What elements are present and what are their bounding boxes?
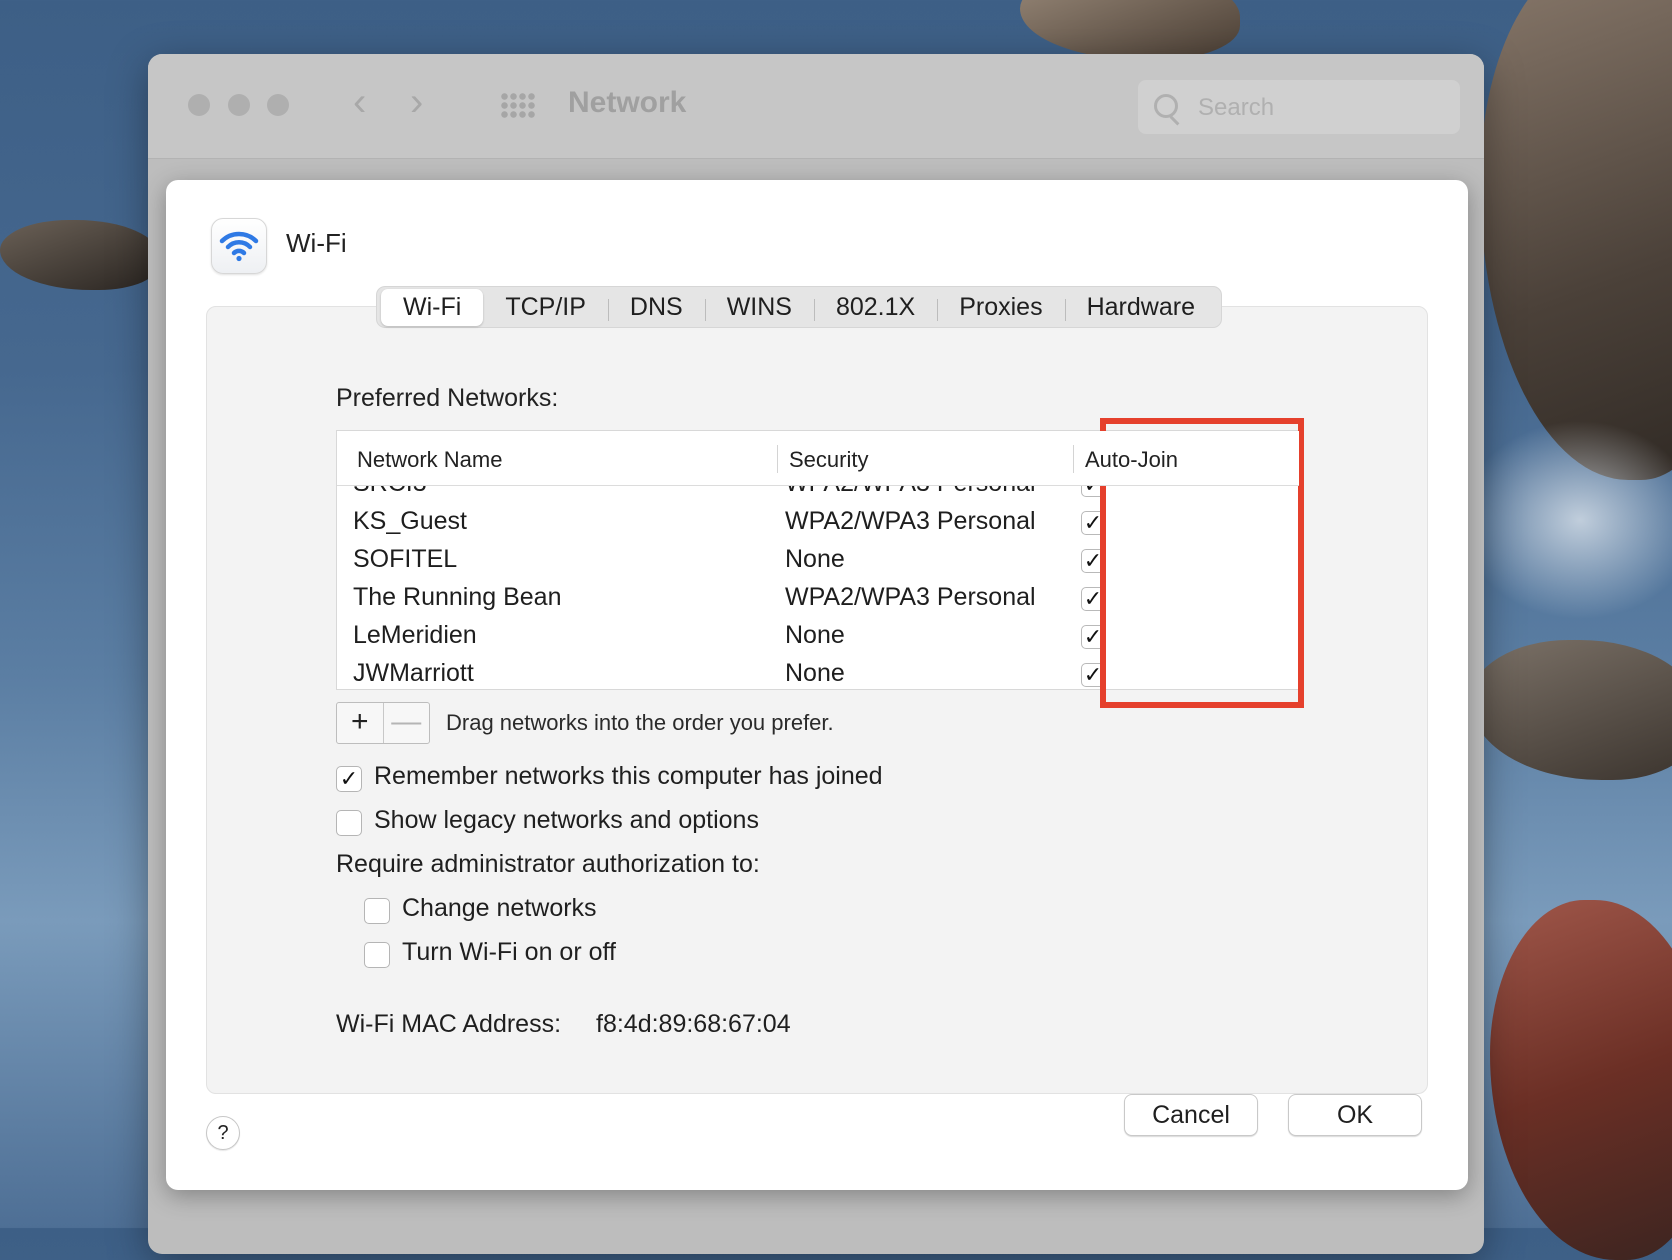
wallpaper-rock [1480, 0, 1672, 480]
auto-join-checkbox[interactable]: ✓ [1081, 511, 1105, 535]
remove-network-button[interactable]: — [382, 703, 430, 743]
tab-wins[interactable]: WINS [704, 289, 814, 326]
column-network-name[interactable]: Network Name [357, 447, 502, 473]
preferred-networks-label: Preferred Networks: [336, 384, 559, 412]
drag-hint-text: Drag networks into the order you prefer. [446, 710, 834, 735]
add-network-button[interactable]: + [337, 703, 383, 743]
network-name-cell: KS_Guest [353, 507, 467, 535]
close-window-button[interactable] [188, 94, 210, 116]
wallpaper-rock [0, 220, 160, 290]
security-cell: WPA2/WPA3 Personal [785, 507, 1036, 535]
change-networks-checkbox[interactable] [364, 898, 390, 924]
help-button[interactable]: ? [206, 1116, 240, 1150]
auto-join-checkbox[interactable]: ✓ [1081, 549, 1105, 573]
minimize-window-button[interactable] [228, 94, 250, 116]
back-button[interactable]: ‹ [353, 80, 366, 125]
security-cell: None [785, 659, 845, 687]
wifi-icon [211, 218, 267, 274]
column-security[interactable]: Security [789, 447, 868, 473]
security-cell: None [785, 545, 845, 573]
search-icon [1154, 94, 1178, 118]
change-networks-label[interactable]: Change networks [402, 894, 597, 923]
tab-proxies[interactable]: Proxies [937, 289, 1064, 326]
auto-join-checkbox[interactable]: ✓ [1081, 663, 1105, 687]
toggle-wifi-label[interactable]: Turn Wi-Fi on or off [402, 938, 616, 967]
table-row[interactable]: The Running Bean WPA2/WPA3 Personal ✓ [337, 579, 1299, 617]
auto-join-checkbox[interactable]: ✓ [1081, 625, 1105, 649]
table-row[interactable]: SOFITEL None ✓ [337, 541, 1299, 579]
column-divider [777, 445, 778, 473]
wallpaper-rock [1020, 0, 1240, 60]
wifi-advanced-sheet: Wi-Fi Wi-Fi TCP/IP DNS WINS 802.1X Proxi… [166, 180, 1468, 1190]
remember-networks-label[interactable]: Remember networks this computer has join… [374, 762, 883, 791]
window-titlebar: ‹ › Network Search [148, 54, 1484, 159]
auto-join-checkbox[interactable]: ✓ [1081, 587, 1105, 611]
remember-networks-checkbox[interactable]: ✓ [336, 766, 362, 792]
tab-8021x[interactable]: 802.1X [813, 289, 937, 326]
ok-button[interactable]: OK [1288, 1094, 1422, 1136]
wallpaper-rock [1470, 640, 1672, 780]
toggle-wifi-checkbox[interactable] [364, 942, 390, 968]
wallpaper-rock [1490, 900, 1672, 1260]
tab-bar: Wi-Fi TCP/IP DNS WINS 802.1X Proxies Har… [376, 286, 1222, 328]
table-row[interactable]: LeMeridien None ✓ [337, 617, 1299, 655]
show-all-grid-icon[interactable] [500, 92, 536, 120]
table-row[interactable]: KS_Guest WPA2/WPA3 Personal ✓ [337, 503, 1299, 541]
column-auto-join[interactable]: Auto-Join [1085, 447, 1178, 473]
zoom-window-button[interactable] [267, 94, 289, 116]
settings-panel [206, 306, 1428, 1094]
sheet-title: Wi-Fi [286, 228, 347, 258]
table-row[interactable]: JWMarriott None ✓ [337, 655, 1299, 689]
network-name-cell: SOFITEL [353, 545, 458, 573]
window-title: Network [568, 86, 687, 119]
forward-button[interactable]: › [410, 80, 423, 125]
security-cell: None [785, 621, 845, 649]
legacy-networks-checkbox[interactable] [336, 810, 362, 836]
table-header: Network Name Security Auto-Join [337, 431, 1299, 486]
tab-wifi[interactable]: Wi-Fi [381, 288, 484, 326]
search-field[interactable]: Search [1138, 80, 1460, 134]
tab-hardware[interactable]: Hardware [1064, 289, 1217, 326]
preferred-networks-table[interactable]: Network Name Security Auto-Join SRCI3 WP… [336, 430, 1300, 690]
add-remove-controls: + — [336, 702, 430, 744]
table-rows: SRCI3 WPA2/WPA3 Personal ✓ KS_Guest WPA2… [337, 465, 1299, 689]
cancel-button[interactable]: Cancel [1124, 1094, 1258, 1136]
mac-address-value: f8:4d:89:68:67:04 [596, 1010, 791, 1038]
network-name-cell: LeMeridien [353, 621, 477, 649]
admin-authorization-label: Require administrator authorization to: [336, 850, 760, 878]
column-divider [1073, 445, 1074, 473]
search-placeholder: Search [1198, 94, 1275, 121]
security-cell: WPA2/WPA3 Personal [785, 583, 1036, 611]
tab-tcpip[interactable]: TCP/IP [483, 289, 608, 326]
wallpaper-mist [1460, 420, 1672, 620]
legacy-networks-label[interactable]: Show legacy networks and options [374, 806, 759, 835]
mac-address-label: Wi-Fi MAC Address: [336, 1010, 562, 1038]
network-name-cell: JWMarriott [353, 659, 474, 687]
network-name-cell: The Running Bean [353, 583, 562, 611]
tab-dns[interactable]: DNS [607, 289, 705, 326]
